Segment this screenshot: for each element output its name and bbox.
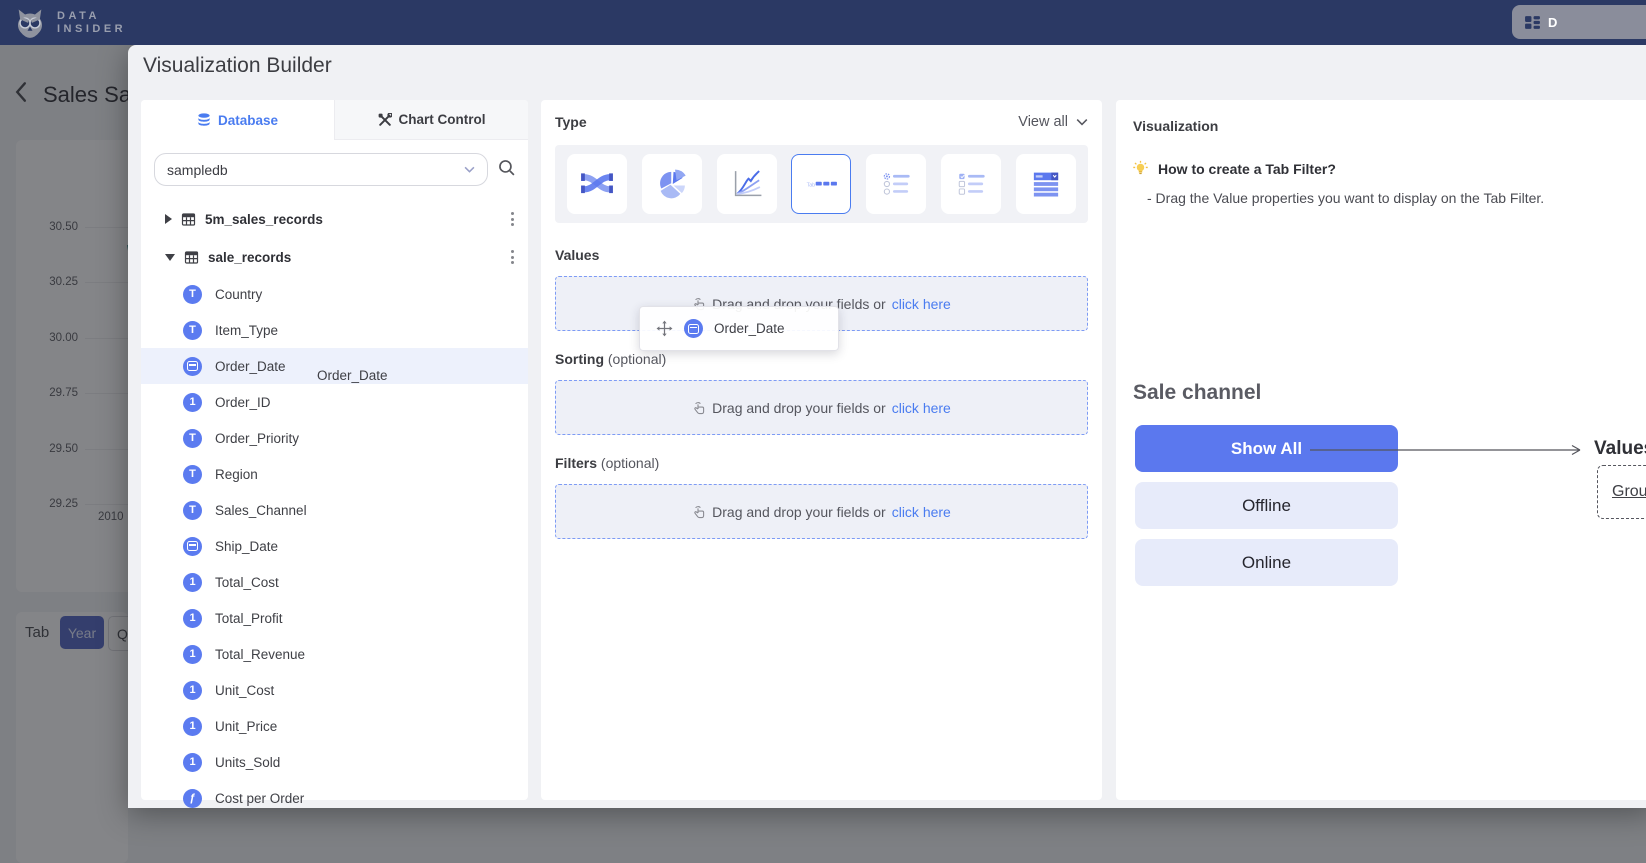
dropzone-click-here-link[interactable]: click here <box>892 400 951 416</box>
sorting-dropzone[interactable]: Drag and drop your fields or click here <box>555 380 1088 435</box>
view-all-dropdown[interactable]: View all <box>1018 114 1088 130</box>
text-field-icon: T <box>183 465 202 484</box>
tip-title: How to create a Tab Filter? <box>1158 161 1336 177</box>
modal-title: Visualization Builder <box>143 54 332 78</box>
drag-hand-icon <box>692 401 706 415</box>
screen: Sales Sa 30.5030.2530.0029.7529.5029.25 … <box>0 0 1646 863</box>
field-item-sales-channel[interactable]: T Sales_Channel <box>141 492 528 528</box>
field-item-total-cost[interactable]: 1 Total_Cost <box>141 564 528 600</box>
chart-type-radio-list[interactable] <box>866 154 926 214</box>
chart-type-tab-filter[interactable]: Tab <box>791 154 851 214</box>
date-field-icon <box>183 357 202 376</box>
database-select[interactable]: sampledb <box>154 153 488 186</box>
number-field-icon: 1 <box>183 681 202 700</box>
text-field-icon: T <box>183 321 202 340</box>
preview-option-offline[interactable]: Offline <box>1135 482 1398 529</box>
visualization-panel: Visualization How to create a Tab Filter… <box>1116 100 1646 800</box>
field-item-unit-price[interactable]: 1 Unit_Price <box>141 708 528 744</box>
field-item-units-sold[interactable]: 1 Units_Sold <box>141 744 528 780</box>
field-item-country[interactable]: T Country <box>141 276 528 312</box>
chart-type-line[interactable] <box>717 154 777 214</box>
database-icon <box>197 113 211 127</box>
owl-logo-icon <box>13 6 47 40</box>
table-row-5m-sales-records[interactable]: 5m_sales_records <box>141 200 528 238</box>
date-field-icon <box>183 537 202 556</box>
number-field-icon: 1 <box>183 717 202 736</box>
values-section-label: Values <box>555 247 1088 263</box>
lightbulb-icon <box>1132 160 1149 177</box>
chart-type-checkbox-list[interactable] <box>941 154 1001 214</box>
dragged-field-chip[interactable]: Order_Date <box>639 306 839 351</box>
field-item-ship-date[interactable]: Ship_Date <box>141 528 528 564</box>
sorting-section-label: Sorting (optional) <box>555 351 1088 367</box>
text-field-icon: T <box>183 501 202 520</box>
search-icon[interactable] <box>497 158 516 182</box>
visualization-builder-modal: Visualization Builder Database <box>128 45 1646 808</box>
caret-right-icon[interactable] <box>165 214 172 224</box>
date-field-icon <box>684 319 703 338</box>
field-item-unit-cost[interactable]: 1 Unit_Cost <box>141 672 528 708</box>
chart-type-pie[interactable] <box>642 154 702 214</box>
number-field-icon: 1 <box>183 573 202 592</box>
annotation-arrow <box>1308 442 1586 458</box>
dashboard-button[interactable]: D <box>1512 5 1646 39</box>
chip-field-name: Order_Date <box>714 321 785 336</box>
annotation-group-link[interactable]: Group <box>1612 483 1646 501</box>
field-item-region[interactable]: T Region <box>141 456 528 492</box>
table-row-sale-records[interactable]: sale_records <box>141 238 528 276</box>
preview-title: Sale channel <box>1133 381 1261 405</box>
field-item-order-id[interactable]: 1 Order_ID <box>141 384 528 420</box>
caret-down-icon[interactable] <box>165 254 175 261</box>
table-icon <box>181 212 196 227</box>
database-panel: Database Chart Control sampledb <box>141 100 528 800</box>
filters-dropzone[interactable]: Drag and drop your fields or click here <box>555 484 1088 539</box>
dashboard-icon <box>1524 14 1541 31</box>
chart-type-strip: Tab <box>555 145 1088 223</box>
field-item-order-priority[interactable]: T Order_Priority <box>141 420 528 456</box>
number-field-icon: 1 <box>183 609 202 628</box>
tools-icon <box>378 113 392 127</box>
app-header: DATAINSIDER D <box>0 0 1646 45</box>
annotation-group-box: Group <box>1597 465 1646 519</box>
tip-body: - Drag the Value properties you want to … <box>1147 190 1646 206</box>
move-icon <box>656 320 673 337</box>
drag-ghost-label: Order_Date <box>317 368 388 383</box>
preview-option-online[interactable]: Online <box>1135 539 1398 586</box>
builder-panel: Type View all <box>541 100 1102 800</box>
annotation-values-heading: Values <box>1594 438 1646 460</box>
type-label: Type <box>555 114 587 130</box>
field-item-total-revenue[interactable]: 1 Total_Revenue <box>141 636 528 672</box>
tab-chart-control[interactable]: Chart Control <box>334 100 528 140</box>
tab-database[interactable]: Database <box>141 100 334 140</box>
text-field-icon: T <box>183 429 202 448</box>
field-item-total-profit[interactable]: 1 Total_Profit <box>141 600 528 636</box>
chevron-down-icon <box>1076 118 1088 126</box>
field-item-cost-per-order[interactable]: ƒ Cost per Order <box>141 780 528 816</box>
number-field-icon: 1 <box>183 393 202 412</box>
svg-text:Tab: Tab <box>807 182 816 188</box>
chart-type-dropdown-list[interactable] <box>1016 154 1076 214</box>
text-field-icon: T <box>183 285 202 304</box>
field-item-item-type[interactable]: T Item_Type <box>141 312 528 348</box>
kebab-menu-icon[interactable] <box>507 246 518 268</box>
number-field-icon: 1 <box>183 753 202 772</box>
kebab-menu-icon[interactable] <box>507 208 518 230</box>
dropzone-text: Drag and drop your fields or <box>712 400 886 416</box>
formula-field-icon: ƒ <box>183 789 202 808</box>
field-tree: 5m_sales_records sale_records T Country <box>141 200 528 816</box>
field-list: T Country T Item_Type Order_Date 1 Order… <box>141 276 528 816</box>
table-icon <box>184 250 199 265</box>
dropzone-click-here-link[interactable]: click here <box>892 296 951 312</box>
brand-name: DATAINSIDER <box>57 10 126 36</box>
visualization-heading: Visualization <box>1133 118 1646 134</box>
number-field-icon: 1 <box>183 645 202 664</box>
dropzone-click-here-link[interactable]: click here <box>892 504 951 520</box>
dropzone-text: Drag and drop your fields or <box>712 504 886 520</box>
chart-type-sankey[interactable] <box>567 154 627 214</box>
chevron-down-icon <box>464 166 475 173</box>
filters-section-label: Filters (optional) <box>555 455 1088 471</box>
drag-hand-icon <box>692 505 706 519</box>
